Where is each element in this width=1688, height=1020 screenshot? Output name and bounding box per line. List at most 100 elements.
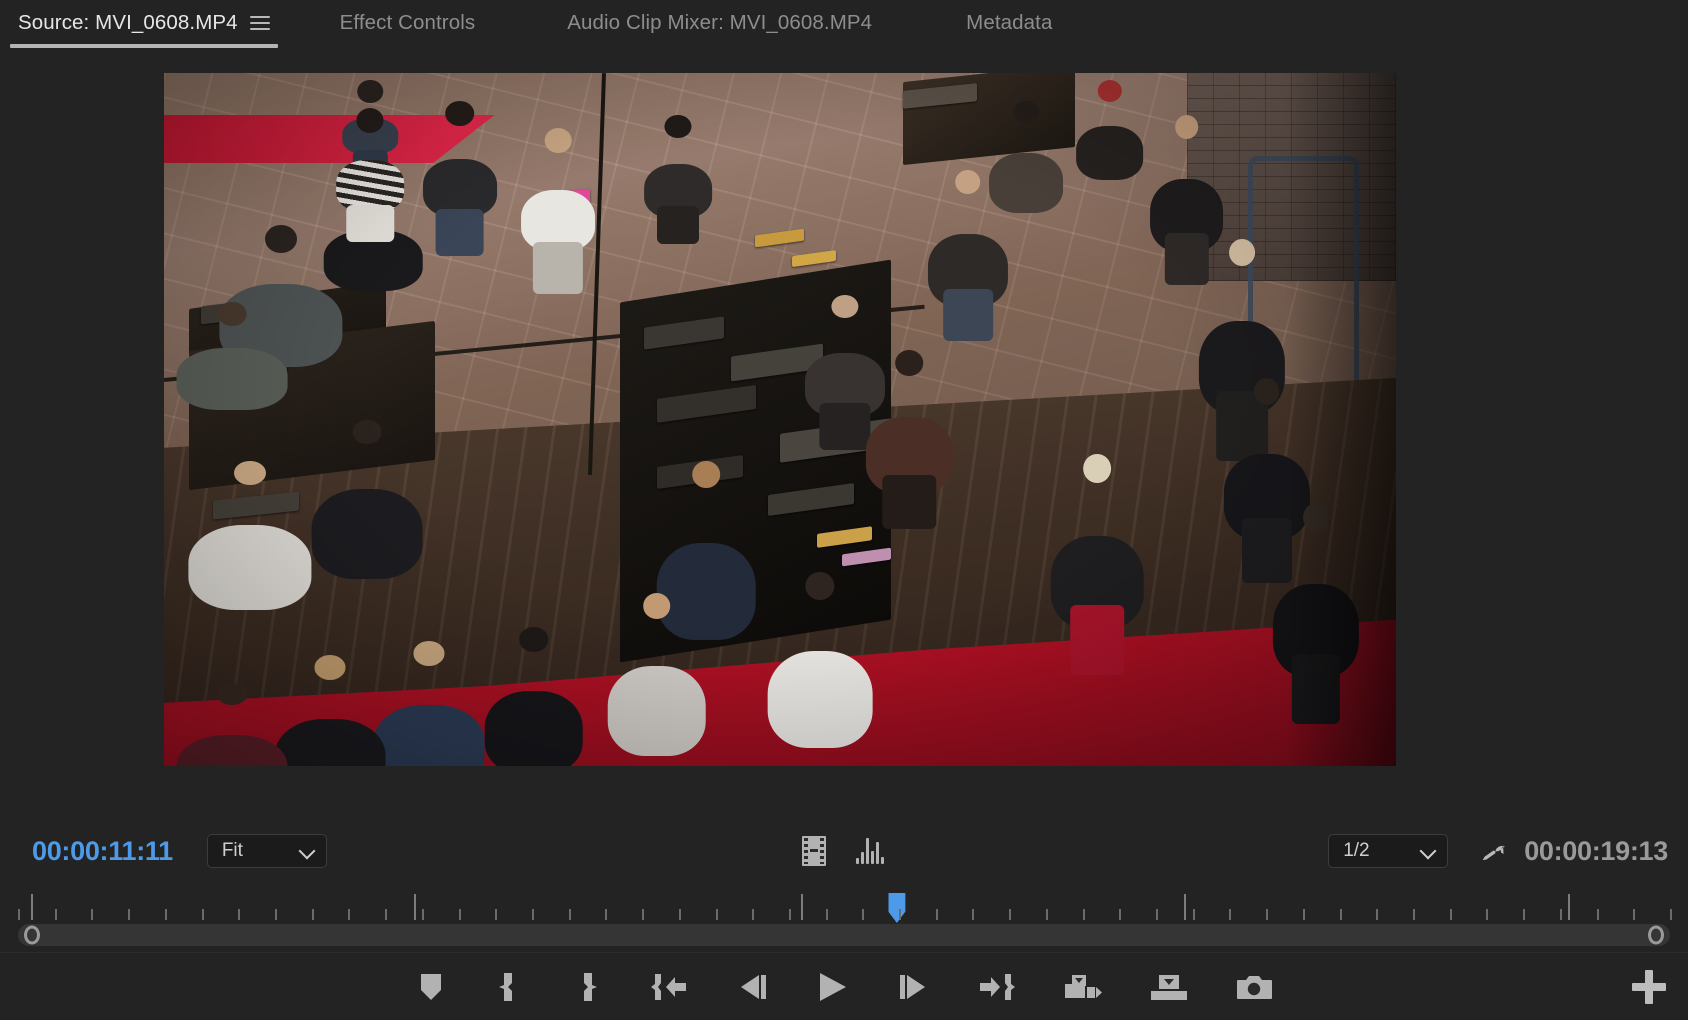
insert-button[interactable] — [1059, 967, 1107, 1007]
ruler-tick-major — [1184, 894, 1187, 920]
chevron-down-icon — [1421, 843, 1437, 859]
playback-resolution-dropdown[interactable]: 1/2 — [1328, 834, 1449, 868]
ruler-tick — [1413, 909, 1416, 920]
play-stop-button[interactable] — [811, 967, 855, 1007]
tab-audio-clip-mixer[interactable]: Audio Clip Mixer: MVI_0608.MP4 — [549, 10, 890, 50]
ruler-tick-major — [801, 894, 804, 920]
play-icon — [820, 972, 846, 1001]
ruler-tick — [715, 909, 718, 920]
person — [188, 461, 312, 613]
ruler-tick — [1156, 909, 1159, 920]
overwrite-button[interactable] — [1145, 967, 1193, 1007]
transport-info-row: 00:00:11:11 Fit 1/2 00:00:19:13 — [0, 824, 1688, 878]
current-timecode[interactable]: 00:00:11:11 — [32, 836, 173, 867]
ruler-tick — [1266, 909, 1269, 920]
ruler-tick-major — [31, 894, 34, 920]
tab-audio-clip-mixer-label: Audio Clip Mixer: MVI_0608.MP4 — [567, 11, 873, 34]
add-marker-button[interactable] — [411, 967, 451, 1007]
ruler-tick — [1119, 909, 1122, 920]
ruler-tick — [348, 909, 351, 920]
zoom-scrollbar[interactable] — [18, 924, 1670, 946]
tab-effect-controls-label: Effect Controls — [339, 11, 476, 34]
step-back-button[interactable] — [733, 967, 773, 1007]
person — [176, 301, 288, 413]
person — [1051, 454, 1144, 676]
ruler-tick — [1302, 909, 1305, 920]
chevron-down-icon — [300, 843, 316, 859]
ruler-tick — [201, 909, 204, 920]
ruler-tick — [862, 909, 865, 920]
person — [336, 107, 405, 243]
person — [373, 641, 485, 766]
zoom-handle-right[interactable] — [1648, 925, 1664, 945]
insert-icon — [1065, 974, 1102, 998]
step-forward-icon — [900, 974, 925, 999]
ruler-tick — [18, 909, 20, 920]
ruler-tick — [1559, 909, 1562, 920]
ruler-tick — [458, 909, 461, 920]
film-strip-icon — [802, 836, 826, 866]
duration-timecode[interactable]: 00:00:19:13 — [1524, 836, 1668, 867]
corner-shadow — [1285, 73, 1396, 766]
tab-source[interactable]: Source: MVI_0608.MP4 — [0, 10, 288, 50]
tab-effect-controls[interactable]: Effect Controls — [322, 10, 494, 50]
zoom-level-value: Fit — [221, 840, 243, 861]
zoom-level-dropdown[interactable]: Fit — [206, 834, 327, 868]
ruler-tick — [1045, 909, 1048, 920]
person — [644, 114, 713, 245]
go-to-out-button[interactable] — [971, 967, 1021, 1007]
go-to-in-icon — [651, 973, 686, 1000]
settings-button[interactable] — [1478, 837, 1506, 865]
drag-video-only-button[interactable] — [802, 836, 826, 866]
ruler-tick — [788, 909, 791, 920]
person — [484, 627, 583, 766]
ruler-tick — [274, 909, 277, 920]
ruler-tick — [1449, 909, 1452, 920]
mark-in-icon — [499, 972, 512, 1001]
drag-audio-only-button[interactable] — [856, 838, 886, 864]
monitor-stage[interactable] — [0, 50, 1688, 824]
tab-source-label: Source: MVI_0608.MP4 — [18, 11, 238, 34]
mark-in-button[interactable] — [489, 967, 529, 1007]
ruler-tick — [54, 909, 57, 920]
ruler-tick — [1009, 909, 1012, 920]
marker-icon — [421, 973, 441, 1000]
ruler-tick — [678, 909, 681, 920]
hamburger-icon[interactable] — [249, 10, 270, 36]
time-ruler-wrap — [18, 878, 1672, 923]
time-ruler[interactable] — [18, 878, 1672, 923]
ruler-tick — [1670, 909, 1672, 920]
ruler-tick — [642, 909, 645, 920]
step-forward-button[interactable] — [893, 967, 933, 1007]
ruler-tick — [531, 909, 534, 920]
ruler-tick — [311, 909, 314, 920]
go-to-in-button[interactable] — [645, 967, 695, 1007]
tab-metadata[interactable]: Metadata — [948, 10, 1070, 50]
ruler-tick — [825, 909, 828, 920]
ruler-tick — [1523, 909, 1526, 920]
video-frame[interactable] — [164, 73, 1396, 766]
transport-button-bar — [0, 952, 1688, 1020]
button-editor[interactable] — [1632, 969, 1666, 1004]
source-monitor-panel: Source: MVI_0608.MP4 Effect Controls Aud… — [0, 0, 1688, 1020]
ruler-tick-major — [414, 894, 417, 920]
camera-icon — [1237, 975, 1272, 999]
playback-resolution-value: 1/2 — [1343, 840, 1370, 861]
video-frame-content — [164, 73, 1396, 766]
export-frame-button[interactable] — [1231, 967, 1277, 1007]
mark-out-button[interactable] — [567, 967, 607, 1007]
ruler-tick — [1229, 909, 1232, 920]
ruler-tick — [128, 909, 131, 920]
person — [422, 100, 497, 256]
go-to-out-icon — [980, 973, 1015, 1000]
ruler-tick — [421, 909, 424, 920]
ruler-tick — [1596, 909, 1599, 920]
person — [989, 100, 1064, 226]
playhead[interactable] — [888, 893, 906, 923]
ruler-tick — [91, 909, 94, 920]
panel-tab-bar: Source: MVI_0608.MP4 Effect Controls Aud… — [0, 0, 1688, 50]
step-back-icon — [741, 974, 766, 999]
zoom-handle-left[interactable] — [24, 925, 40, 945]
person — [274, 655, 386, 766]
mark-out-icon — [584, 972, 597, 1001]
